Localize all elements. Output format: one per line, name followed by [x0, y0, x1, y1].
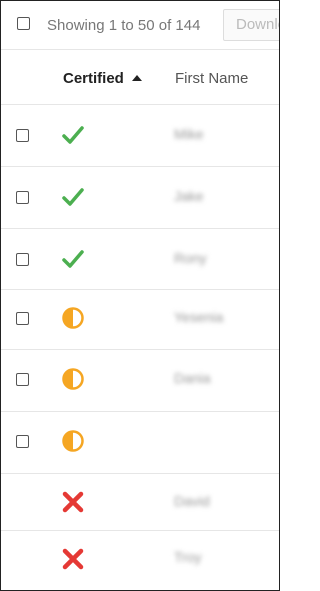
row-first-name: Troy	[174, 549, 202, 565]
sort-ascending-icon[interactable]	[132, 75, 142, 81]
cross-icon	[62, 548, 84, 570]
row-checkbox[interactable]	[16, 312, 29, 325]
check-icon	[62, 188, 84, 206]
column-header-first-name[interactable]: First Name	[175, 70, 248, 87]
table-row[interactable]: Jake	[1, 167, 279, 229]
check-icon	[62, 126, 84, 144]
table-row[interactable]	[1, 412, 279, 474]
data-grid: Showing 1 to 50 of 144 Download Certifie…	[0, 0, 280, 591]
download-button-label: Download	[236, 16, 279, 33]
table-row[interactable]: David	[1, 474, 279, 531]
column-header-row: Certified First Name	[1, 50, 279, 105]
row-checkbox[interactable]	[16, 129, 29, 142]
row-checkbox[interactable]	[16, 435, 29, 448]
table-row[interactable]: Troy	[1, 531, 279, 590]
pagination-summary: Showing 1 to 50 of 144	[47, 17, 201, 34]
half-circle-icon	[62, 307, 84, 329]
download-button[interactable]: Download	[223, 9, 279, 41]
cross-icon	[62, 491, 84, 513]
row-first-name: David	[174, 493, 210, 509]
grid-toolbar: Showing 1 to 50 of 144 Download	[1, 1, 279, 50]
table-row[interactable]: Mike	[1, 105, 279, 167]
half-circle-icon	[62, 368, 84, 390]
table-row[interactable]: Rony	[1, 229, 279, 290]
row-first-name: Jake	[174, 188, 204, 204]
check-icon	[62, 250, 84, 268]
row-checkbox[interactable]	[16, 253, 29, 266]
row-first-name: Dania	[174, 370, 211, 386]
column-header-certified[interactable]: Certified	[63, 70, 124, 87]
table-row[interactable]: Dania	[1, 350, 279, 412]
table-row[interactable]: Yesenia	[1, 290, 279, 350]
half-circle-icon	[62, 430, 84, 452]
select-all-checkbox[interactable]	[17, 17, 30, 30]
row-first-name: Yesenia	[174, 309, 224, 325]
row-first-name: Rony	[174, 250, 207, 266]
row-checkbox[interactable]	[16, 191, 29, 204]
row-checkbox[interactable]	[16, 373, 29, 386]
row-first-name: Mike	[174, 126, 204, 142]
